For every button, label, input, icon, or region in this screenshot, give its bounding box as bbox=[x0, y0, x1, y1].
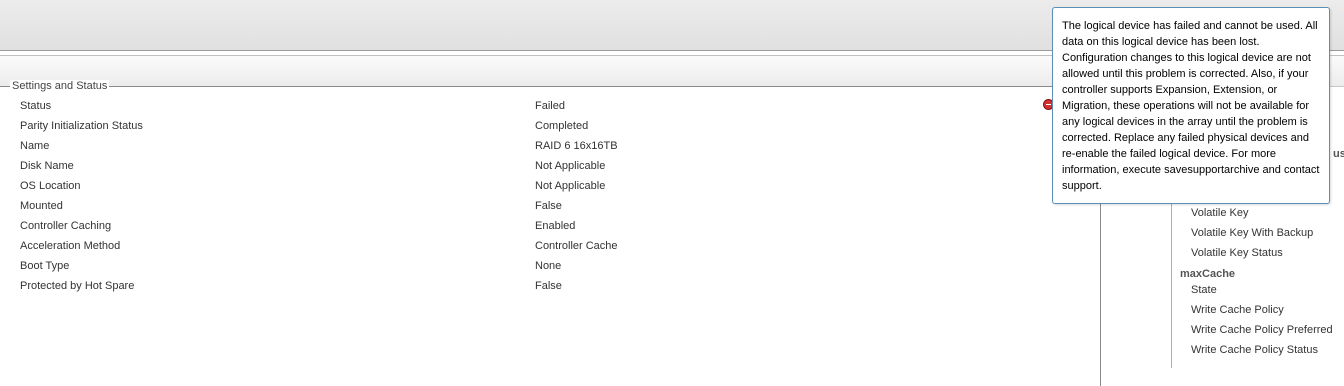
property-label: Disk Name bbox=[20, 160, 74, 172]
tree-item-state[interactable]: State bbox=[1191, 280, 1217, 300]
tree-item-write-cache-policy-preferred[interactable]: Write Cache Policy Preferred bbox=[1191, 320, 1333, 340]
property-label: Mounted bbox=[20, 200, 63, 212]
tree-item-volatile-key-backup[interactable]: Volatile Key With Backup bbox=[1191, 223, 1313, 243]
property-value: Not Applicable bbox=[535, 180, 606, 192]
settings-status-legend: Settings and Status bbox=[10, 80, 110, 92]
property-label: Name bbox=[20, 140, 50, 152]
property-value: Failed bbox=[535, 100, 565, 112]
property-label: Acceleration Method bbox=[20, 240, 121, 252]
property-value: RAID 6 16x16TB bbox=[535, 140, 618, 152]
property-value: False bbox=[535, 200, 562, 212]
property-label: Status bbox=[20, 100, 52, 112]
property-value: Completed bbox=[535, 120, 589, 132]
property-value: Controller Cache bbox=[535, 240, 618, 252]
tree-item-volatile-key-status[interactable]: Volatile Key Status bbox=[1191, 243, 1283, 263]
property-label: Protected by Hot Spare bbox=[20, 280, 135, 292]
tree-item-write-cache-policy-status[interactable]: Write Cache Policy Status bbox=[1191, 340, 1318, 360]
property-label: Boot Type bbox=[20, 260, 70, 272]
properties-tree-panel: Volatile Key Volatile Key With Backup Vo… bbox=[1171, 200, 1344, 368]
property-label: Controller Caching bbox=[20, 220, 112, 232]
property-label: Parity Initialization Status bbox=[20, 120, 143, 132]
property-value: Enabled bbox=[535, 220, 576, 232]
property-value: False bbox=[535, 280, 562, 292]
property-value: Not Applicable bbox=[535, 160, 606, 172]
tree-item-volatile-key[interactable]: Volatile Key bbox=[1191, 203, 1248, 223]
tree-item-write-cache-policy[interactable]: Write Cache Policy bbox=[1191, 300, 1284, 320]
status-tooltip: The logical device has failed and cannot… bbox=[1052, 7, 1330, 204]
tooltip-text: The logical device has failed and cannot… bbox=[1062, 20, 1320, 192]
property-value: None bbox=[535, 260, 562, 272]
right-panel-partial-heading: us bbox=[1333, 148, 1344, 160]
property-label: OS Location bbox=[20, 180, 81, 192]
